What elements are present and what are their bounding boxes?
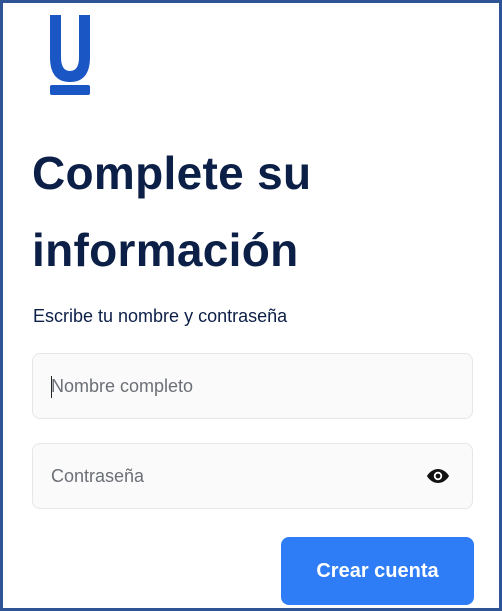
signup-screen: Complete su información Escribe tu nombr… bbox=[0, 0, 502, 611]
password-input[interactable] bbox=[51, 444, 411, 508]
eye-icon[interactable] bbox=[426, 466, 450, 486]
full-name-input[interactable] bbox=[51, 354, 411, 418]
page-title: Complete su información bbox=[32, 147, 312, 276]
page-subtitle: Escribe tu nombre y contraseña bbox=[33, 306, 288, 326]
full-name-field[interactable] bbox=[32, 353, 473, 419]
create-account-button[interactable]: Crear cuenta bbox=[281, 537, 474, 605]
text-cursor bbox=[51, 376, 52, 398]
u-logo-icon bbox=[46, 15, 94, 97]
password-field[interactable] bbox=[32, 443, 473, 509]
